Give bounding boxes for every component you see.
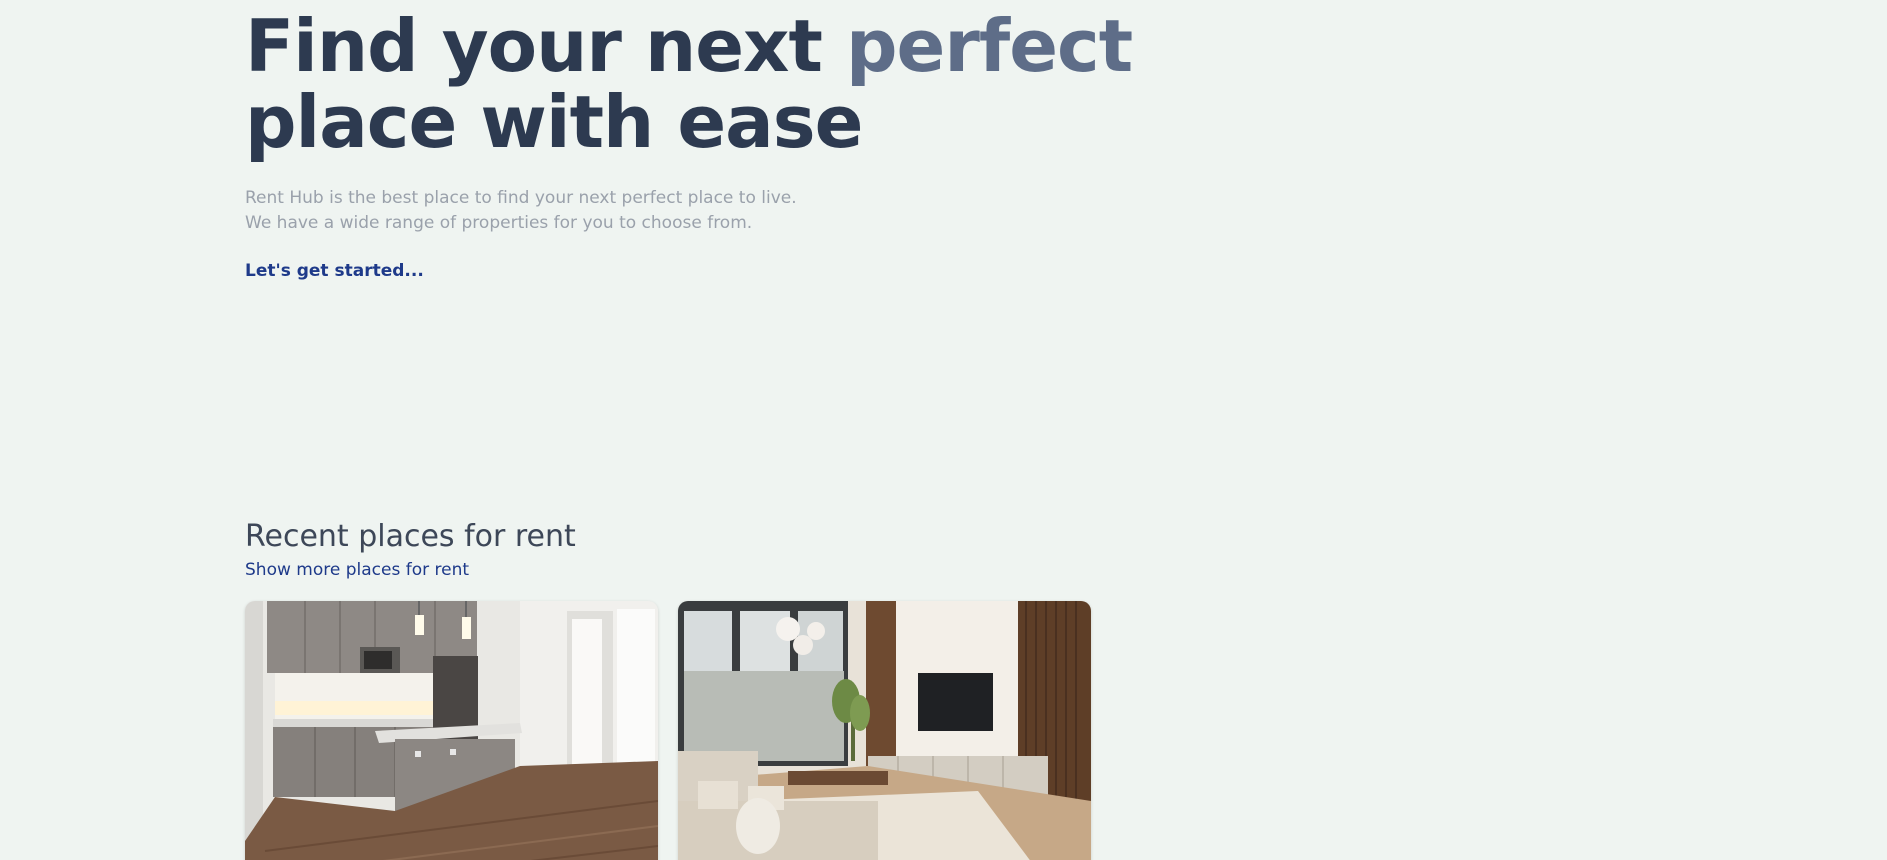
hero-title-part2: place with ease: [245, 80, 863, 164]
listing-card[interactable]: [245, 601, 658, 860]
hero-title: Find your next perfect place with ease: [245, 8, 1145, 160]
get-started-link[interactable]: Let's get started...: [245, 261, 424, 281]
hero-title-part1: Find your next: [245, 4, 846, 88]
recent-section: Recent places for rent Show more places …: [245, 518, 1105, 580]
living-room-photo: [678, 601, 1091, 860]
recent-title: Recent places for rent: [245, 519, 576, 554]
hero-subtitle: Rent Hub is the best place to find your …: [245, 186, 1145, 236]
hero-title-accent: perfect: [845, 4, 1133, 88]
kitchen-photo: [245, 601, 658, 860]
listing-cards: [245, 601, 1091, 860]
listing-card[interactable]: [678, 601, 1091, 860]
hero-subtitle-line1: Rent Hub is the best place to find your …: [245, 188, 797, 208]
hero-subtitle-line2: We have a wide range of properties for y…: [245, 213, 753, 233]
hero-section: Find your next perfect place with ease Re…: [245, 8, 1145, 281]
show-more-link[interactable]: Show more places for rent: [245, 560, 469, 580]
home-page: Find your next perfect place with ease Re…: [0, 0, 1887, 860]
